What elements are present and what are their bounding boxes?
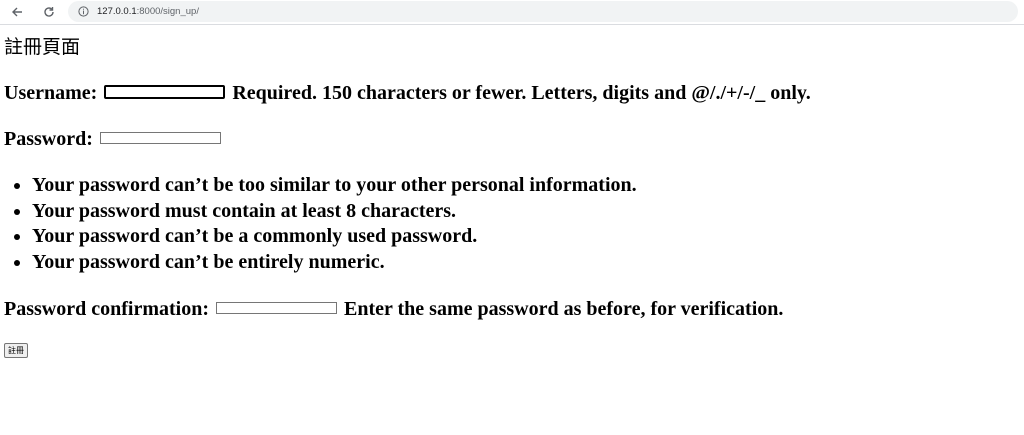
browser-toolbar: 127.0.0.1:8000/sign_up/ [0,0,1024,25]
submit-row: 註冊 [4,321,1020,358]
list-item: Your password can’t be entirely numeric. [32,250,1020,276]
password-confirmation-row: Password confirmation: Enter the same pa… [4,297,1020,321]
list-item: Your password can’t be too similar to yo… [32,173,1020,199]
address-bar[interactable]: 127.0.0.1:8000/sign_up/ [68,1,1018,22]
password-row: Password: [4,127,1020,151]
sign-up-button[interactable]: 註冊 [4,343,28,358]
url-host: 127.0.0.1 [97,6,137,17]
password-confirmation-label: Password confirmation: [4,298,209,320]
url-text: 127.0.0.1:8000/sign_up/ [97,6,199,17]
list-item: Your password can’t be a commonly used p… [32,224,1020,250]
password-help-list: Your password can’t be too similar to yo… [4,173,1020,275]
password-input[interactable] [99,132,221,145]
reload-icon[interactable] [38,1,60,23]
list-item: Your password must contain at least 8 ch… [32,199,1020,225]
username-label: Username: [4,82,98,104]
password-confirmation-input[interactable] [215,302,337,315]
page-content: 註冊頁面 Username: Required. 150 characters … [0,35,1024,358]
page-title: 註冊頁面 [4,36,81,58]
back-arrow-icon[interactable] [6,1,28,23]
url-path: :8000/sign_up/ [136,6,199,17]
username-help-text: Required. 150 characters or fewer. Lette… [232,82,811,104]
password-label: Password: [4,128,93,150]
info-icon[interactable] [78,6,89,17]
username-input[interactable] [104,85,226,100]
username-row: Username: Required. 150 characters or fe… [4,81,1020,105]
password-confirmation-help-text: Enter the same password as before, for v… [343,298,784,320]
